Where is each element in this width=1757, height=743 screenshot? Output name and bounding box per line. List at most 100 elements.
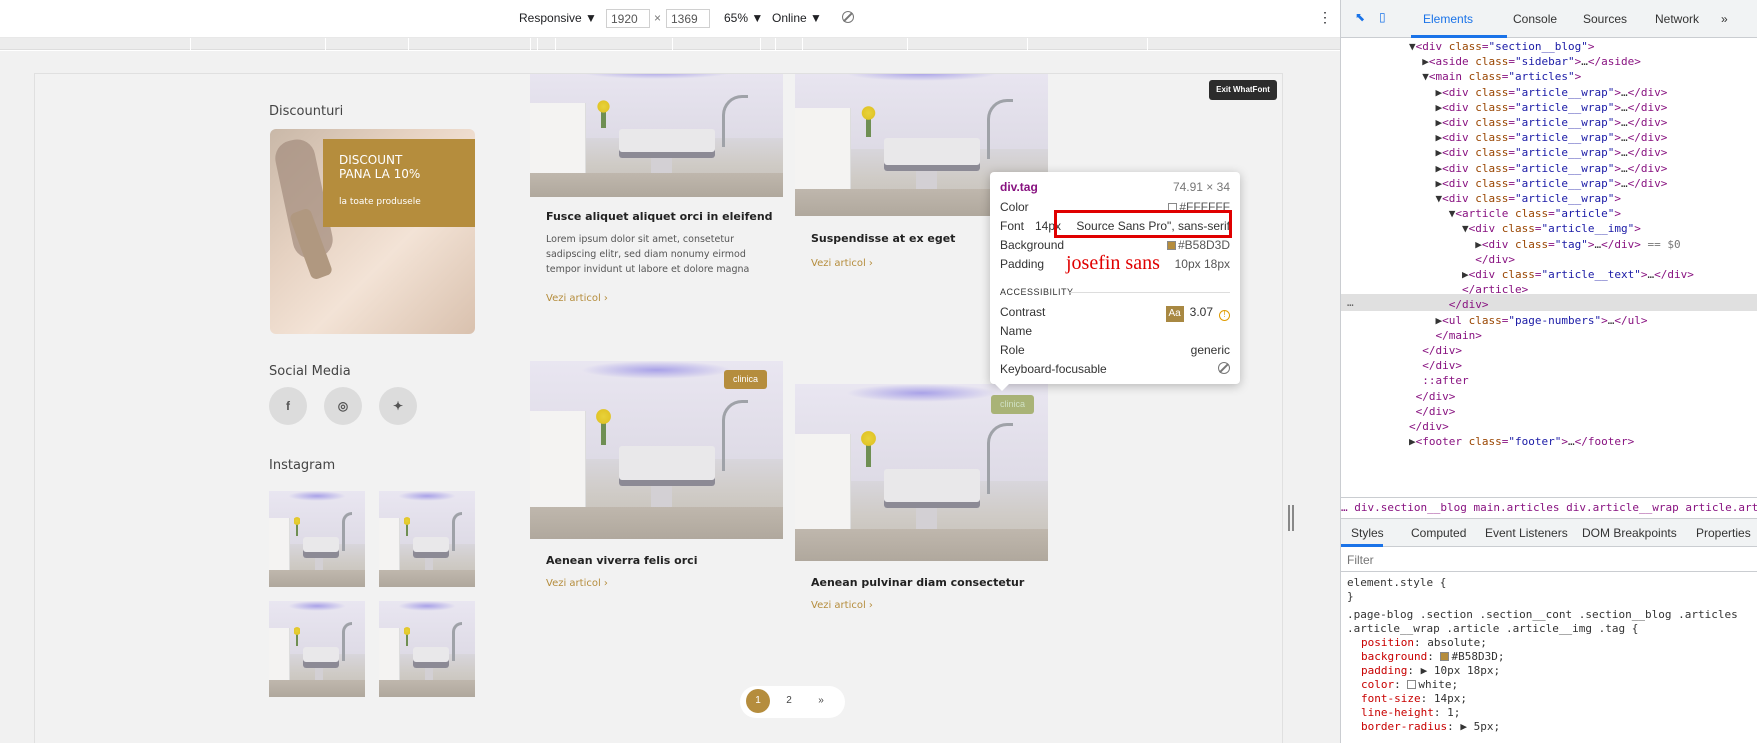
- devtools-panel: ⬉ ▯ Elements Console Sources Network » ……: [1340, 0, 1757, 743]
- discounts-heading: Discounturi: [269, 104, 344, 119]
- page-number-2[interactable]: 2: [777, 689, 801, 713]
- tooltip-row-role: Role generic: [1000, 343, 1230, 359]
- css-declaration[interactable]: background: #B58D3D;: [1347, 650, 1757, 664]
- category-tag-highlighted[interactable]: clinica: [991, 395, 1035, 414]
- dimension-separator: ×: [654, 11, 662, 25]
- css-declarations: position: absolute; background: #B58D3D; p…: [1347, 636, 1757, 734]
- tooltip-row-keyboard: Keyboard-focusable: [1000, 362, 1230, 378]
- tooltip-label: Name: [1000, 324, 1033, 338]
- tooltip-label: Font: [1000, 219, 1025, 233]
- tooltip-label: Background: [1000, 238, 1065, 252]
- tab-elements[interactable]: Elements: [1423, 12, 1473, 26]
- tooltip-label: Contrast: [1000, 305, 1046, 319]
- instagram-photo[interactable]: [269, 601, 365, 697]
- promo-box: DISCOUNT PANA LA 10% la toate produsele: [323, 139, 475, 227]
- node-actions-icon[interactable]: …: [1347, 294, 1354, 311]
- selected-node-highlight: [1341, 294, 1757, 311]
- element-style-close: }: [1347, 590, 1354, 603]
- tooltip-label: Padding: [1000, 257, 1045, 271]
- social-media-heading: Social Media: [269, 364, 351, 379]
- inspect-element-icon[interactable]: ⬉: [1355, 10, 1365, 24]
- tab-styles[interactable]: Styles: [1351, 526, 1384, 540]
- tab-dom-breakpoints[interactable]: DOM Breakpoints: [1582, 526, 1677, 540]
- tooltip-label: Color: [1000, 200, 1029, 214]
- article-title[interactable]: Fusce aliquet aliquet orci in eleifend: [546, 210, 773, 223]
- article-title[interactable]: Suspendisse at ex eget: [811, 232, 955, 245]
- media-query-ruler[interactable]: [0, 38, 1340, 50]
- read-more-link[interactable]: Vezi articol ›: [546, 578, 608, 589]
- contrast-aa-icon: Aa: [1165, 306, 1184, 322]
- tab-network[interactable]: Network: [1655, 12, 1699, 26]
- read-more-link[interactable]: Vezi articol ›: [546, 293, 608, 304]
- more-options-icon[interactable]: ⋮: [1318, 9, 1332, 26]
- instagram-photo[interactable]: [379, 491, 475, 587]
- whatfont-tooltip: div.tag 74.91 × 34 Color #FFFFFF Font 14…: [990, 172, 1240, 391]
- element-style-selector: element.style {: [1347, 576, 1447, 589]
- rotate-icon[interactable]: [842, 11, 854, 26]
- css-declaration[interactable]: color: white;: [1347, 678, 1757, 692]
- tab-console[interactable]: Console: [1513, 12, 1557, 26]
- devtools-tab-bar: ⬉ ▯ Elements Console Sources Network »: [1341, 0, 1757, 38]
- css-declaration[interactable]: padding: ▶ 10px 18px;: [1347, 664, 1757, 678]
- more-tabs-icon[interactable]: »: [1721, 12, 1728, 26]
- css-declaration[interactable]: line-height: 1;: [1347, 706, 1757, 720]
- network-throttle-select[interactable]: Online ▼: [772, 11, 822, 25]
- promo-subtitle: la toate produsele: [339, 197, 421, 207]
- tooltip-label: Keyboard-focusable: [1000, 362, 1107, 376]
- facebook-icon[interactable]: f: [269, 387, 307, 425]
- styles-tab-bar: Styles Computed Event Listeners DOM Brea…: [1341, 519, 1757, 547]
- device-mode-select[interactable]: Responsive ▼: [519, 11, 597, 25]
- not-focusable-icon: [1218, 362, 1230, 377]
- tooltip-value: 10px 18px: [1174, 257, 1230, 271]
- page-number-1[interactable]: 1: [746, 689, 770, 713]
- exit-whatfont-button[interactable]: Exit WhatFont: [1209, 80, 1277, 100]
- tab-sources[interactable]: Sources: [1583, 12, 1627, 26]
- zoom-select[interactable]: 65% ▼: [724, 11, 763, 25]
- tooltip-value: Aa 3.07!: [1165, 305, 1230, 322]
- css-selector: .page-blog .section .section__cont .sect…: [1347, 608, 1738, 635]
- css-rules: element.style { } .page-blog .section .s…: [1347, 576, 1757, 734]
- divider: [1070, 292, 1230, 293]
- warning-icon: !: [1219, 310, 1230, 321]
- resize-handle[interactable]: [1288, 505, 1294, 531]
- tooltip-value: #B58D3D: [1166, 238, 1230, 252]
- discount-promo-banner[interactable]: DISCOUNT PANA LA 10% la toate produsele: [270, 129, 475, 334]
- viewport-height-input[interactable]: [666, 9, 710, 28]
- viewport-area: Responsive ▼ × 65% ▼ Online ▼ ⋮ Exit Wha…: [0, 0, 1340, 743]
- tooltip-value: generic: [1190, 343, 1230, 357]
- tooltip-element-name: div.tag: [1000, 180, 1038, 194]
- article-title[interactable]: Aenean pulvinar diam consectetur: [811, 576, 1024, 589]
- dom-node-line[interactable]: ▶<footer class="footer">…</footer>: [1409, 433, 1634, 450]
- tab-event-listeners[interactable]: Event Listeners: [1485, 526, 1568, 540]
- css-declaration[interactable]: font-size: 14px;: [1347, 692, 1757, 706]
- tab-properties[interactable]: Properties: [1696, 526, 1751, 540]
- font-highlight-box: [1054, 210, 1232, 238]
- next-page-link[interactable]: »: [809, 689, 833, 713]
- twitter-icon[interactable]: ✦: [379, 387, 417, 425]
- css-declaration[interactable]: border-radius: ▶ 5px;: [1347, 720, 1757, 734]
- color-swatch: [1166, 241, 1176, 250]
- color-swatch[interactable]: [1407, 680, 1417, 689]
- read-more-link[interactable]: Vezi articol ›: [811, 258, 873, 269]
- styles-filter-input[interactable]: [1341, 548, 1757, 572]
- dom-breadcrumbs[interactable]: … div.section__blog main.articles div.ar…: [1341, 497, 1757, 519]
- article-title[interactable]: Aenean viverra felis orci: [546, 554, 697, 567]
- category-tag[interactable]: clinica: [724, 370, 768, 389]
- css-declaration[interactable]: position: absolute;: [1347, 636, 1757, 650]
- accessibility-heading: ACCESSIBILITY: [1000, 287, 1074, 297]
- dom-tree: … ▼<div class="section__blog"> ▶<aside c…: [1341, 38, 1757, 490]
- viewport-width-input[interactable]: [606, 9, 650, 28]
- tooltip-row-name: Name: [1000, 324, 1230, 340]
- tooltip-element-size: 74.91 × 34: [1172, 180, 1230, 194]
- color-swatch[interactable]: [1440, 652, 1450, 661]
- promo-title: DISCOUNT PANA LA 10%: [339, 153, 421, 181]
- device-toolbar-icon[interactable]: ▯: [1379, 10, 1386, 24]
- read-more-link[interactable]: Vezi articol ›: [811, 600, 873, 611]
- tab-computed[interactable]: Computed: [1411, 526, 1466, 540]
- instagram-photo[interactable]: [269, 491, 365, 587]
- instagram-icon[interactable]: ◎: [324, 387, 362, 425]
- article-image[interactable]: [530, 74, 783, 197]
- tooltip-label: Role: [1000, 343, 1025, 357]
- instagram-photo[interactable]: [379, 601, 475, 697]
- handwritten-annotation: josefin sans: [1066, 252, 1160, 274]
